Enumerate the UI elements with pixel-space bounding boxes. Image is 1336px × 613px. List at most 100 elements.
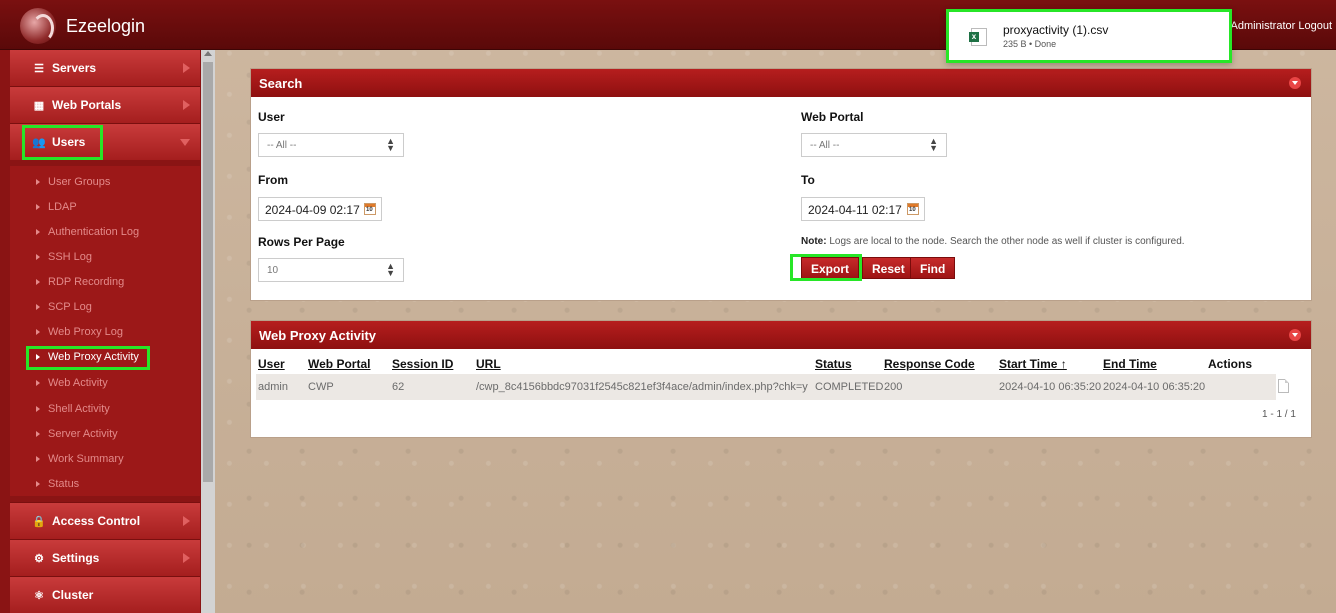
sidebar-item-cluster[interactable]: ⚛ Cluster (10, 577, 200, 613)
to-datetime-input[interactable]: 2024-04-11 02:17 (801, 197, 925, 221)
column-header-response-code[interactable]: Response Code (884, 357, 975, 371)
select-arrows-icon: ▲ ▼ (386, 136, 395, 153)
bullet-icon (36, 179, 40, 185)
bullet-icon (36, 229, 40, 235)
select-value: -- All -- (810, 140, 840, 151)
reset-button[interactable]: Reset (862, 257, 915, 279)
sidebar-item-access-control[interactable]: 🔒 Access Control (10, 503, 200, 539)
highlight-export (790, 254, 862, 281)
submenu-web-proxy-log[interactable]: Web Proxy Log (36, 321, 123, 343)
chevron-down-icon (180, 139, 190, 146)
download-notification[interactable]: proxyactivity (1).csv 235 B • Done (946, 9, 1232, 63)
submenu-label: SCP Log (48, 301, 92, 313)
note-text: Logs are local to the node. Search the o… (826, 236, 1185, 247)
submenu-shell-activity[interactable]: Shell Activity (36, 398, 110, 420)
submenu-user-groups[interactable]: User Groups (36, 171, 110, 193)
column-header-end-time[interactable]: End Time (1103, 357, 1157, 371)
collapse-icon[interactable] (1289, 77, 1301, 89)
app-name: Ezeelogin (66, 15, 146, 36)
highlight-users (22, 125, 103, 160)
from-datetime-input[interactable]: 2024-04-09 02:17 (258, 197, 382, 221)
submenu-rdp-recording[interactable]: RDP Recording (36, 271, 124, 293)
find-button[interactable]: Find (910, 257, 956, 279)
web-portal-select[interactable]: -- All -- ▲ ▼ (801, 133, 947, 157)
column-header-web-portal[interactable]: Web Portal (308, 357, 370, 371)
submenu-scp-log[interactable]: SCP Log (36, 296, 92, 318)
submenu-ssh-log[interactable]: SSH Log (36, 246, 92, 268)
user-label: User (258, 110, 285, 124)
ezeelogin-logo-icon (20, 8, 56, 44)
administrator-logout-link[interactable]: Administrator Logout (1231, 20, 1333, 32)
submenu-work-summary[interactable]: Work Summary (36, 448, 124, 470)
scrollbar-thumb[interactable] (203, 62, 213, 482)
sidebar-item-label: Web Portals (52, 98, 122, 112)
chevron-right-icon (183, 63, 190, 73)
pagination-info: 1 - 1 / 1 (1262, 409, 1296, 420)
list-icon: ☰ (34, 62, 44, 75)
highlight-web-proxy-activity (26, 346, 150, 370)
panel-title: Search (259, 76, 303, 91)
column-header-url[interactable]: URL (476, 357, 501, 371)
cell-web-portal: CWP (308, 381, 334, 393)
brand[interactable]: Ezeelogin (20, 8, 145, 44)
sidebar-item-settings[interactable]: ⚙ Settings (10, 540, 200, 576)
download-filename[interactable]: proxyactivity (1).csv (1003, 23, 1108, 37)
select-arrows-icon: ▲ ▼ (929, 136, 938, 153)
chevron-right-icon (183, 100, 190, 110)
submenu-server-activity[interactable]: Server Activity (36, 423, 118, 445)
scroll-up-arrow-icon[interactable] (204, 51, 212, 56)
submenu-label: User Groups (48, 176, 111, 188)
panel-title: Web Proxy Activity (259, 328, 377, 343)
sidebar-scrollbar[interactable] (201, 50, 215, 613)
calendar-icon[interactable] (364, 203, 376, 215)
cell-session-id: 62 (392, 381, 405, 393)
rows-per-page-select[interactable]: 10 ▲ ▼ (258, 258, 404, 282)
chevron-right-icon (183, 553, 190, 563)
bullet-icon (36, 456, 40, 462)
cell-status: COMPLETED (815, 381, 884, 393)
note-label: Note: (801, 236, 827, 247)
activity-panel-header: Web Proxy Activity (251, 321, 1311, 349)
web-portal-label: Web Portal (801, 110, 864, 124)
column-header-session-id[interactable]: Session ID (392, 357, 453, 371)
download-status: 235 B • Done (1003, 39, 1057, 49)
document-icon[interactable] (1278, 379, 1289, 393)
lock-icon: 🔒 (32, 515, 46, 528)
cluster-note: Note: Logs are local to the node. Search… (801, 236, 1185, 247)
bullet-icon (36, 254, 40, 260)
collapse-icon[interactable] (1289, 329, 1301, 341)
submenu-web-activity[interactable]: Web Activity (36, 372, 108, 394)
column-header-start-time[interactable]: Start Time ↑ (999, 357, 1067, 371)
sidebar-item-label: Access Control (52, 514, 141, 528)
rows-per-page-label: Rows Per Page (258, 235, 345, 249)
column-header-user[interactable]: User (258, 357, 285, 371)
bullet-icon (36, 279, 40, 285)
calendar-icon[interactable] (907, 203, 919, 215)
cluster-icon: ⚛ (34, 589, 44, 602)
sidebar-item-servers[interactable]: ☰ Servers (10, 50, 200, 86)
submenu-label: Web Activity (48, 377, 108, 389)
sidebar-item-label: Cluster (52, 588, 94, 602)
column-header-status[interactable]: Status (815, 357, 852, 371)
submenu-status[interactable]: Status (36, 473, 79, 495)
select-value: 10 (267, 265, 279, 276)
sidebar-item-web-portals[interactable]: ▦ Web Portals (10, 87, 200, 123)
input-value: 2024-04-11 02:17 (808, 203, 902, 217)
bullet-icon (36, 406, 40, 412)
cell-start-time: 2024-04-10 06:35:20 (999, 381, 1102, 393)
gear-icon: ⚙ (34, 552, 44, 565)
user-select[interactable]: -- All -- ▲ ▼ (258, 133, 404, 157)
search-panel-header: Search (251, 69, 1311, 97)
submenu-authentication-log[interactable]: Authentication Log (36, 221, 139, 243)
submenu-label: LDAP (48, 201, 77, 213)
submenu-label: SSH Log (48, 251, 93, 263)
submenu-label: Status (48, 478, 80, 490)
excel-file-icon (969, 28, 987, 46)
submenu-label: Server Activity (48, 428, 118, 440)
cell-end-time: 2024-04-10 06:35:20 (1103, 381, 1206, 393)
bullet-icon (36, 481, 40, 487)
chevron-right-icon (183, 516, 190, 526)
bullet-icon (36, 431, 40, 437)
bullet-icon (36, 380, 40, 386)
submenu-ldap[interactable]: LDAP (36, 196, 77, 218)
